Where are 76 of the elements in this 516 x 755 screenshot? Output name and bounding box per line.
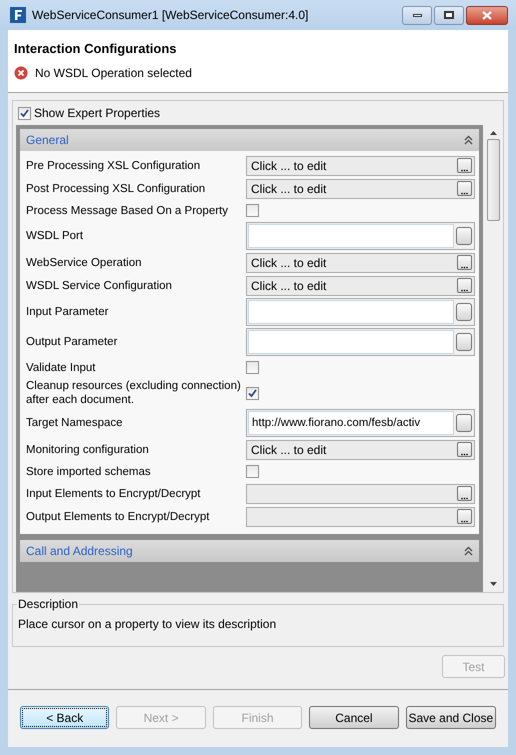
property-label: WebService Operation [25, 256, 142, 270]
collapse-icon [464, 546, 473, 556]
maximize-button[interactable] [434, 6, 464, 24]
property-label: Monitoring configuration [25, 442, 150, 456]
section-header[interactable]: Call and Addressing [20, 540, 479, 562]
property-label: Input Parameter [25, 305, 110, 319]
description-title: Description [17, 596, 80, 613]
editor-value: Click ... to edit [251, 278, 326, 294]
text-field[interactable] [248, 330, 454, 354]
property-label: Output Elements to Encrypt/Decrypt [25, 510, 210, 524]
property-label: Process Message Based On a Property [25, 204, 229, 218]
property-label: Cleanup resources (excluding connection) after each document. [25, 379, 242, 407]
text-field[interactable] [248, 224, 454, 248]
ellipsis-icon [461, 497, 468, 500]
dialog-button[interactable]: Save and Close [406, 706, 496, 729]
field-button[interactable] [456, 333, 472, 351]
ellipsis-button[interactable] [457, 158, 472, 173]
ellipsis-button[interactable] [457, 442, 472, 457]
property-label: Validate Input [25, 360, 96, 374]
property-editor[interactable]: Click ... to edit [246, 276, 475, 296]
ellipsis-icon [461, 520, 468, 523]
property-label: Target Namespace [25, 416, 124, 430]
ellipsis-button[interactable] [457, 509, 472, 524]
dialog-button[interactable]: Cancel [309, 706, 399, 729]
property-editor[interactable]: Click ... to edit [246, 440, 475, 460]
field-button[interactable] [456, 414, 472, 432]
check-icon [248, 388, 257, 398]
checkbox[interactable] [18, 106, 31, 120]
error-icon [14, 66, 28, 80]
field-button[interactable] [456, 227, 472, 245]
ellipsis-icon [461, 169, 468, 172]
property-editor[interactable]: Click ... to edit [246, 178, 475, 198]
minimize-button[interactable] [402, 6, 432, 24]
checkbox-label: Show Expert Properties [34, 105, 160, 122]
property-label: WSDL Service Configuration [25, 278, 173, 292]
text-field[interactable]: http://www.fiorano.com/fesb/activ [248, 411, 454, 435]
description-text: Place cursor on a property to view its description [18, 616, 278, 633]
text-field[interactable] [248, 300, 454, 324]
ellipsis-icon [461, 289, 468, 292]
editor-value: Click ... to edit [251, 442, 326, 458]
editor-value: Click ... to edit [251, 158, 326, 174]
close-icon [482, 10, 492, 20]
close-button[interactable] [466, 6, 508, 24]
ellipsis-icon [461, 453, 468, 456]
property-editor[interactable]: Click ... to edit [246, 252, 475, 272]
page-title: Interaction Configurations [14, 40, 178, 58]
ellipsis-button[interactable] [457, 181, 472, 196]
field-button[interactable] [456, 303, 472, 321]
ellipsis-icon [461, 266, 468, 269]
ellipsis-button[interactable] [457, 255, 472, 270]
property-label: Post Processing XSL Configuration [25, 182, 206, 196]
editor-value: Click ... to edit [251, 254, 326, 272]
ellipsis-icon [461, 192, 468, 195]
property-label: Store imported schemas [25, 464, 152, 478]
scroll-down-icon[interactable] [490, 582, 497, 586]
property-label: Pre Processing XSL Configuration [25, 158, 202, 172]
checkbox[interactable] [246, 465, 259, 478]
ellipsis-button[interactable] [457, 486, 472, 501]
checkbox[interactable] [246, 361, 259, 374]
property-editor[interactable]: Click ... to edit [246, 156, 475, 176]
scroll-thumb[interactable] [487, 139, 500, 221]
scroll-up-icon[interactable] [490, 131, 497, 135]
property-label: Input Elements to Encrypt/Decrypt [25, 486, 202, 500]
collapse-icon [464, 135, 473, 145]
dialog-button[interactable]: < Back [20, 706, 110, 729]
property-label: WSDL Port [25, 229, 84, 243]
ellipsis-button[interactable] [457, 278, 472, 293]
window-title: WebServiceConsumer1 [WebServiceConsumer:4.0] [32, 7, 310, 24]
check-icon [20, 108, 29, 118]
error-message: No WSDL Operation selected [35, 64, 192, 82]
checkbox[interactable] [246, 386, 259, 400]
checkbox[interactable] [246, 204, 259, 217]
app-logo-icon [10, 7, 26, 23]
editor-value: Click ... to edit [251, 180, 326, 198]
section-header[interactable]: General [20, 129, 479, 151]
property-label: Output Parameter [25, 335, 118, 349]
